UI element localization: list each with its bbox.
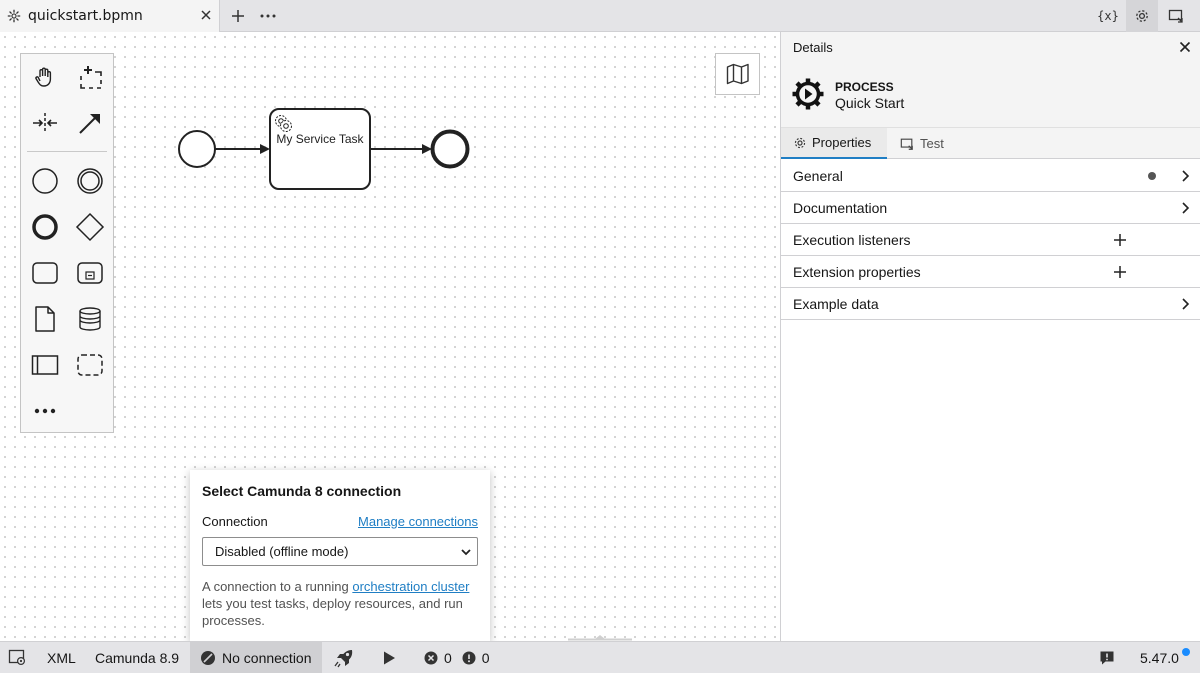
rocket-icon bbox=[334, 650, 353, 668]
connection-label: Connection bbox=[202, 514, 268, 529]
play-icon bbox=[384, 651, 395, 665]
group-label: Example data bbox=[793, 296, 879, 312]
chevron-right-icon bbox=[1182, 298, 1190, 310]
panel-header: Details bbox=[781, 32, 1200, 62]
close-tab-icon[interactable] bbox=[199, 8, 213, 22]
end-event[interactable] bbox=[430, 129, 470, 169]
group-extension-properties[interactable]: Extension properties bbox=[781, 256, 1200, 288]
group-example-data[interactable]: Example data bbox=[781, 288, 1200, 320]
connection-description: A connection to a running orchestration … bbox=[202, 579, 470, 628]
tab-test-label: Test bbox=[920, 136, 944, 151]
feedback-icon bbox=[1100, 651, 1114, 665]
plus-icon[interactable] bbox=[1113, 233, 1127, 247]
properties-panel-toggle[interactable] bbox=[1126, 0, 1158, 32]
settings-icon bbox=[1136, 10, 1148, 22]
element-name: Quick Start bbox=[835, 95, 905, 111]
test-panel-toggle[interactable] bbox=[1160, 0, 1192, 32]
variables-button[interactable]: {x} bbox=[1092, 0, 1124, 32]
error-icon bbox=[424, 651, 438, 665]
deploy-button[interactable] bbox=[333, 642, 355, 673]
popup-title: Select Camunda 8 connection bbox=[202, 483, 402, 499]
update-badge bbox=[1182, 648, 1190, 656]
test-icon bbox=[900, 138, 913, 150]
plus-icon[interactable] bbox=[1113, 265, 1127, 279]
variables-icon: {x} bbox=[1097, 9, 1119, 23]
chevron-down-icon bbox=[461, 549, 471, 556]
feedback-button[interactable] bbox=[1099, 642, 1115, 673]
tab-bar: quickstart.bpmn {x} bbox=[0, 0, 1200, 32]
element-header: PROCESS Quick Start bbox=[781, 62, 1200, 128]
new-tab-button[interactable] bbox=[229, 7, 247, 25]
status-bar: XML Camunda 8.9 No connection 0 0 5.47.0 bbox=[0, 641, 1200, 673]
run-button[interactable] bbox=[381, 642, 397, 673]
test-icon bbox=[1168, 9, 1183, 23]
process-icon bbox=[792, 78, 824, 110]
engine-version-button[interactable]: Camunda 8.9 bbox=[95, 642, 179, 673]
plus-icon bbox=[232, 10, 244, 22]
group-execution-listeners[interactable]: Execution listeners bbox=[781, 224, 1200, 256]
error-count: 0 bbox=[444, 650, 452, 666]
gear-icon bbox=[7, 9, 21, 23]
panel-resize-handle[interactable] bbox=[568, 632, 632, 641]
tab-properties[interactable]: Properties bbox=[781, 128, 887, 159]
properties-panel: Details PROCESS Quick Start Properties T… bbox=[780, 32, 1200, 641]
data-marker-dot bbox=[1148, 172, 1156, 180]
chevron-right-icon bbox=[1182, 202, 1190, 214]
panel-tabs: Properties Test bbox=[781, 128, 1200, 159]
connection-popup: Select Camunda 8 connection Connection M… bbox=[190, 470, 490, 641]
disconnected-icon bbox=[201, 651, 215, 665]
group-documentation[interactable]: Documentation bbox=[781, 192, 1200, 224]
connection-select-value: Disabled (offline mode) bbox=[215, 544, 349, 559]
element-type: PROCESS bbox=[835, 80, 894, 94]
settings-icon bbox=[8, 649, 26, 666]
group-label: Extension properties bbox=[793, 264, 921, 280]
version-button[interactable]: 5.47.0 bbox=[1140, 642, 1179, 673]
panel-title: Details bbox=[793, 40, 833, 55]
warning-icon bbox=[462, 651, 476, 665]
flow-arrowhead bbox=[260, 144, 270, 154]
more-tabs-button[interactable] bbox=[259, 7, 277, 25]
service-task-label: My Service Task bbox=[276, 132, 364, 146]
connection-status-label: No connection bbox=[222, 650, 312, 666]
start-event[interactable] bbox=[178, 130, 216, 168]
project-settings-button[interactable] bbox=[8, 642, 28, 673]
orchestration-cluster-link[interactable]: orchestration cluster bbox=[352, 579, 469, 594]
xml-view-button[interactable]: XML bbox=[47, 642, 76, 673]
gear-icon bbox=[794, 137, 806, 148]
manage-connections-link[interactable]: Manage connections bbox=[358, 514, 478, 529]
tab-test[interactable]: Test bbox=[887, 128, 956, 159]
more-icon bbox=[260, 14, 276, 18]
file-tab[interactable]: quickstart.bpmn bbox=[0, 0, 220, 32]
problems-button[interactable]: 0 0 bbox=[424, 642, 490, 673]
group-label: General bbox=[793, 168, 843, 184]
tab-properties-label: Properties bbox=[812, 135, 872, 150]
connection-status-button[interactable]: No connection bbox=[190, 642, 322, 673]
group-label: Documentation bbox=[793, 200, 888, 216]
warning-count: 0 bbox=[481, 650, 490, 666]
close-icon[interactable] bbox=[1179, 41, 1191, 53]
chevron-right-icon bbox=[1182, 170, 1190, 182]
group-label: Execution listeners bbox=[793, 232, 911, 248]
file-tab-label: quickstart.bpmn bbox=[28, 8, 143, 24]
connection-select[interactable]: Disabled (offline mode) bbox=[202, 537, 478, 566]
group-general[interactable]: General bbox=[781, 160, 1200, 192]
